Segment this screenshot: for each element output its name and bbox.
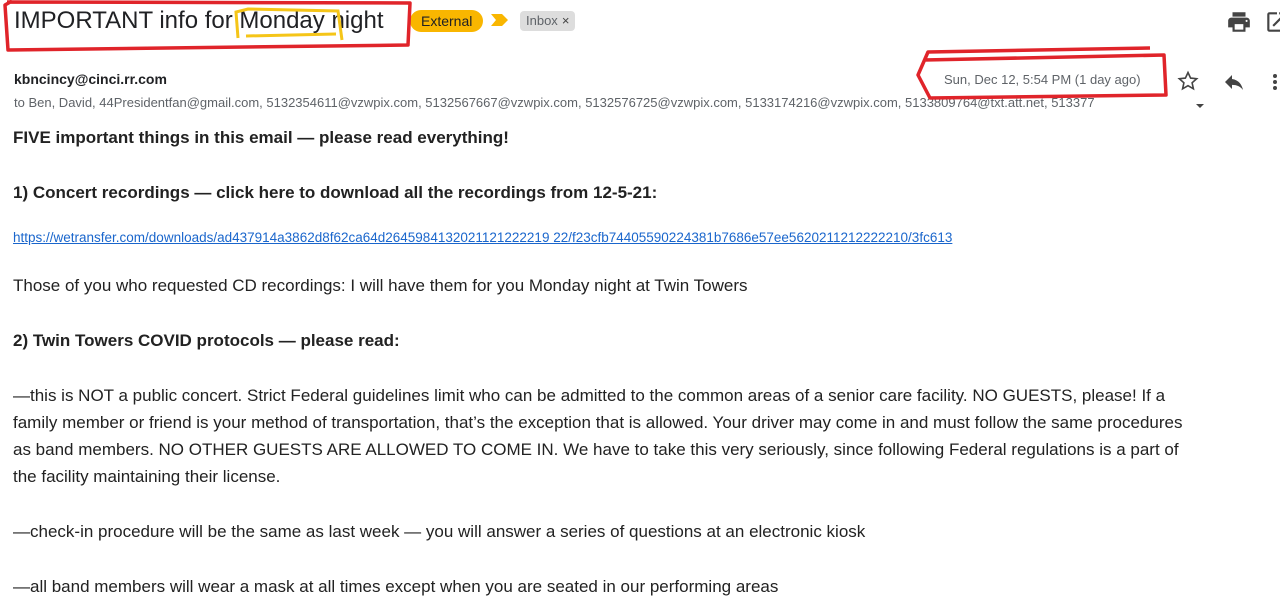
- sender-email[interactable]: kbncincy@cinci.rr.com: [14, 70, 167, 88]
- body-paragraph-1: Those of you who requested CD recordings…: [13, 276, 748, 295]
- body-intro: FIVE important things in this email — pl…: [13, 128, 509, 147]
- body-paragraph-3: —check-in procedure will be the same as …: [13, 522, 866, 541]
- body-paragraph-4: —all band members will wear a mask at al…: [13, 577, 779, 596]
- label-inbox-text: Inbox: [526, 13, 558, 28]
- importance-marker-icon[interactable]: [491, 13, 509, 27]
- email-date: Sun, Dec 12, 5:54 PM (1 day ago): [944, 72, 1141, 87]
- body-paragraph-2: —this is NOT a public concert. Strict Fe…: [13, 382, 1280, 490]
- body-paragraph-2-line: the facility maintaining their license.: [13, 467, 281, 486]
- star-icon[interactable]: [1176, 69, 1200, 93]
- label-inbox[interactable]: Inbox ×: [520, 11, 576, 31]
- body-paragraph-2-line: as band members. NO OTHER GUESTS ARE ALL…: [13, 440, 1179, 459]
- recipients-list: to Ben, David, 44Presidentfan@gmail.com,…: [14, 95, 1095, 110]
- print-icon[interactable]: [1226, 9, 1252, 35]
- remove-label-icon[interactable]: ×: [562, 13, 570, 28]
- email-subject: IMPORTANT info for Monday night: [14, 7, 384, 34]
- download-link[interactable]: https://wetransfer.com/downloads/ad43791…: [13, 230, 952, 245]
- body-heading-2: 2) Twin Towers COVID protocols — please …: [13, 331, 400, 350]
- label-external[interactable]: External: [410, 10, 484, 32]
- body-paragraph-2-line: —this is NOT a public concert. Strict Fe…: [13, 386, 1166, 405]
- reply-icon[interactable]: [1222, 70, 1246, 94]
- body-heading-1: 1) Concert recordings — click here to do…: [13, 183, 658, 202]
- chevron-down-icon[interactable]: [1194, 98, 1206, 108]
- more-vert-icon[interactable]: [1270, 70, 1280, 94]
- open-in-new-window-icon[interactable]: [1264, 9, 1280, 35]
- body-paragraph-2-line: family member or friend is your method o…: [13, 413, 1183, 432]
